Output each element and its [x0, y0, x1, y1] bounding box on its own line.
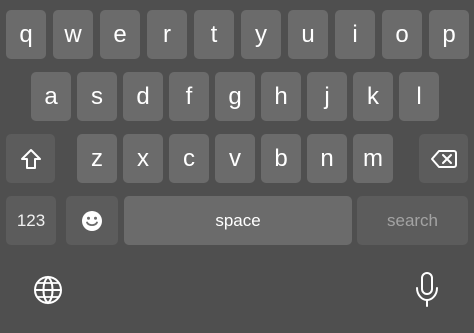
key-f-label: f — [185, 82, 193, 110]
key-m[interactable]: m — [353, 134, 393, 183]
key-a[interactable]: a — [31, 72, 71, 121]
search-key[interactable]: search — [357, 196, 468, 245]
shift-key[interactable] — [6, 134, 55, 183]
search-key-label: search — [386, 210, 439, 230]
key-c-label: c — [183, 144, 195, 172]
emoji-icon — [82, 210, 102, 231]
key-j[interactable]: j — [307, 72, 347, 121]
key-j-label: j — [324, 82, 330, 110]
microphone-icon — [416, 272, 438, 307]
key-p-label: p — [442, 20, 456, 48]
key-d-label: d — [136, 82, 150, 110]
backspace-icon — [430, 149, 457, 168]
key-a-label: a — [44, 82, 58, 110]
key-b[interactable]: b — [261, 134, 301, 183]
key-z-label: z — [91, 144, 103, 172]
key-u-label: u — [301, 20, 315, 48]
key-q-label: q — [19, 20, 33, 48]
key-b-label: b — [274, 144, 288, 172]
key-w-label: w — [64, 20, 82, 48]
key-i[interactable]: i — [335, 10, 375, 59]
key-f[interactable]: f — [169, 72, 209, 121]
key-s-label: s — [91, 82, 103, 110]
key-n-label: n — [320, 144, 334, 172]
key-s[interactable]: s — [77, 72, 117, 121]
key-r-label: r — [163, 20, 171, 48]
key-c[interactable]: c — [169, 134, 209, 183]
key-g-label: g — [228, 82, 242, 110]
key-v-label: v — [229, 144, 241, 172]
globe-icon — [34, 275, 62, 305]
backspace-key[interactable] — [419, 134, 468, 183]
shift-icon — [20, 148, 41, 169]
key-o[interactable]: o — [382, 10, 422, 59]
key-i-label: i — [352, 20, 358, 48]
key-z[interactable]: z — [77, 134, 117, 183]
key-k-label: k — [367, 82, 379, 110]
key-h[interactable]: h — [261, 72, 301, 121]
key-v[interactable]: v — [215, 134, 255, 183]
key-n[interactable]: n — [307, 134, 347, 183]
key-q[interactable]: q — [6, 10, 46, 59]
key-e[interactable]: e — [100, 10, 140, 59]
numbers-key[interactable]: 123 — [6, 196, 56, 245]
keyboard: q w e r t y u i o p a s d f g h j k l z … — [0, 0, 474, 333]
key-e-label: e — [113, 20, 127, 48]
key-y-label: y — [255, 20, 267, 48]
key-m-label: m — [363, 144, 383, 172]
key-k[interactable]: k — [353, 72, 393, 121]
key-x[interactable]: x — [123, 134, 163, 183]
key-l-label: l — [416, 82, 422, 110]
globe-button[interactable] — [28, 270, 68, 310]
key-t-label: t — [210, 20, 218, 48]
emoji-key[interactable] — [66, 196, 118, 245]
key-w[interactable]: w — [53, 10, 93, 59]
key-p[interactable]: p — [429, 10, 469, 59]
key-t[interactable]: t — [194, 10, 234, 59]
key-o-label: o — [395, 20, 409, 48]
space-key[interactable]: space — [124, 196, 352, 245]
microphone-button[interactable] — [409, 268, 445, 312]
key-u[interactable]: u — [288, 10, 328, 59]
space-key-label: space — [215, 210, 261, 230]
numbers-key-label: 123 — [16, 210, 46, 230]
key-l[interactable]: l — [399, 72, 439, 121]
key-y[interactable]: y — [241, 10, 281, 59]
key-x-label: x — [137, 144, 149, 172]
key-d[interactable]: d — [123, 72, 163, 121]
key-h-label: h — [274, 82, 288, 110]
key-g[interactable]: g — [215, 72, 255, 121]
key-r[interactable]: r — [147, 10, 187, 59]
